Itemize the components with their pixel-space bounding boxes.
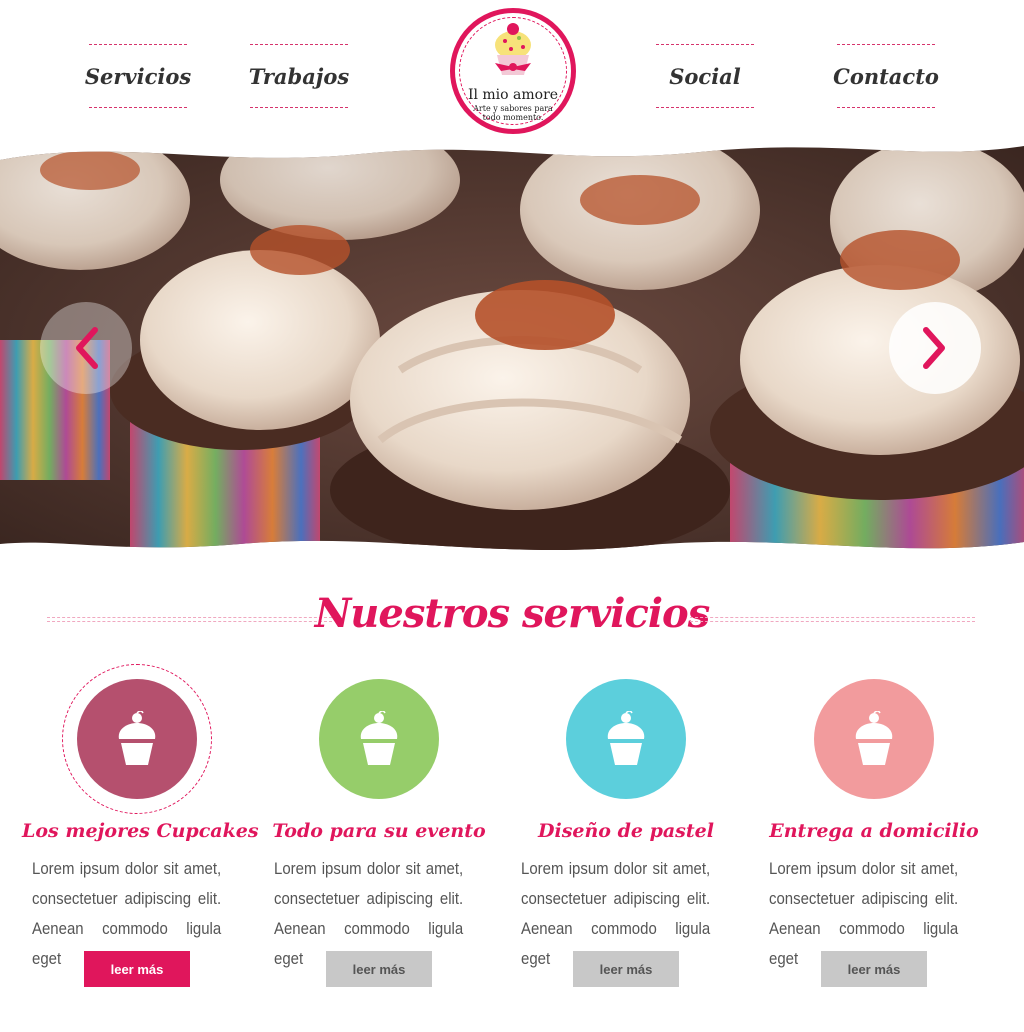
service-title: Entrega a domicilio: [769, 820, 979, 842]
service-card-evento: Todo para su evento Lorem ipsum dolor si…: [272, 664, 486, 1004]
service-icon-wrap: [62, 664, 212, 814]
logo-cupcake-icon: [495, 23, 531, 75]
cupcake-icon: [607, 711, 645, 765]
logo-name: Il mio amore: [467, 87, 559, 103]
services-section-title: Nuestros servicios: [314, 590, 711, 637]
read-more-button[interactable]: leer más: [326, 951, 432, 987]
hero-slider: [0, 140, 1024, 556]
service-title: Los mejores Cupcakes: [22, 820, 259, 842]
nav-item-servicios[interactable]: Servicios: [85, 44, 191, 108]
read-more-button[interactable]: leer más: [573, 951, 679, 987]
hero-cupcakes-photo: [0, 146, 1024, 551]
service-icon-wrap: [304, 664, 454, 814]
chevron-right-icon: [923, 327, 945, 369]
service-title: Todo para su evento: [272, 820, 486, 842]
cupcake-icon: [118, 711, 156, 765]
service-card-entrega: Entrega a domicilio Lorem ipsum dolor si…: [769, 664, 979, 1004]
service-circle[interactable]: [77, 679, 197, 799]
cupcake-icon: [360, 711, 398, 765]
slider-next-button[interactable]: [889, 302, 981, 394]
service-circle[interactable]: [566, 679, 686, 799]
logo-tagline: Arte y sabores para todo momento.: [473, 104, 553, 122]
slider-prev-button[interactable]: [40, 302, 132, 394]
service-circle[interactable]: [319, 679, 439, 799]
service-icon-wrap: [799, 664, 949, 814]
nav-item-trabajos[interactable]: Trabajos: [249, 44, 349, 108]
site-logo[interactable]: Il mio amore Arte y sabores para todo mo…: [450, 8, 576, 134]
read-more-button[interactable]: leer más: [821, 951, 927, 987]
chevron-left-icon: [76, 327, 98, 369]
service-card-cupcakes: Los mejores Cupcakes Lorem ipsum dolor s…: [22, 664, 259, 1004]
service-icon-wrap: [551, 664, 701, 814]
nav-item-contacto[interactable]: Contacto: [833, 44, 939, 108]
service-circle[interactable]: [814, 679, 934, 799]
service-card-diseno: Diseño de pastel Lorem ipsum dolor sit a…: [521, 664, 731, 1004]
nav-item-social[interactable]: Social: [656, 44, 754, 108]
cupcake-icon: [855, 711, 893, 765]
read-more-button[interactable]: leer más: [84, 951, 190, 987]
title-rule-right: [690, 617, 975, 622]
service-title: Diseño de pastel: [538, 820, 714, 842]
